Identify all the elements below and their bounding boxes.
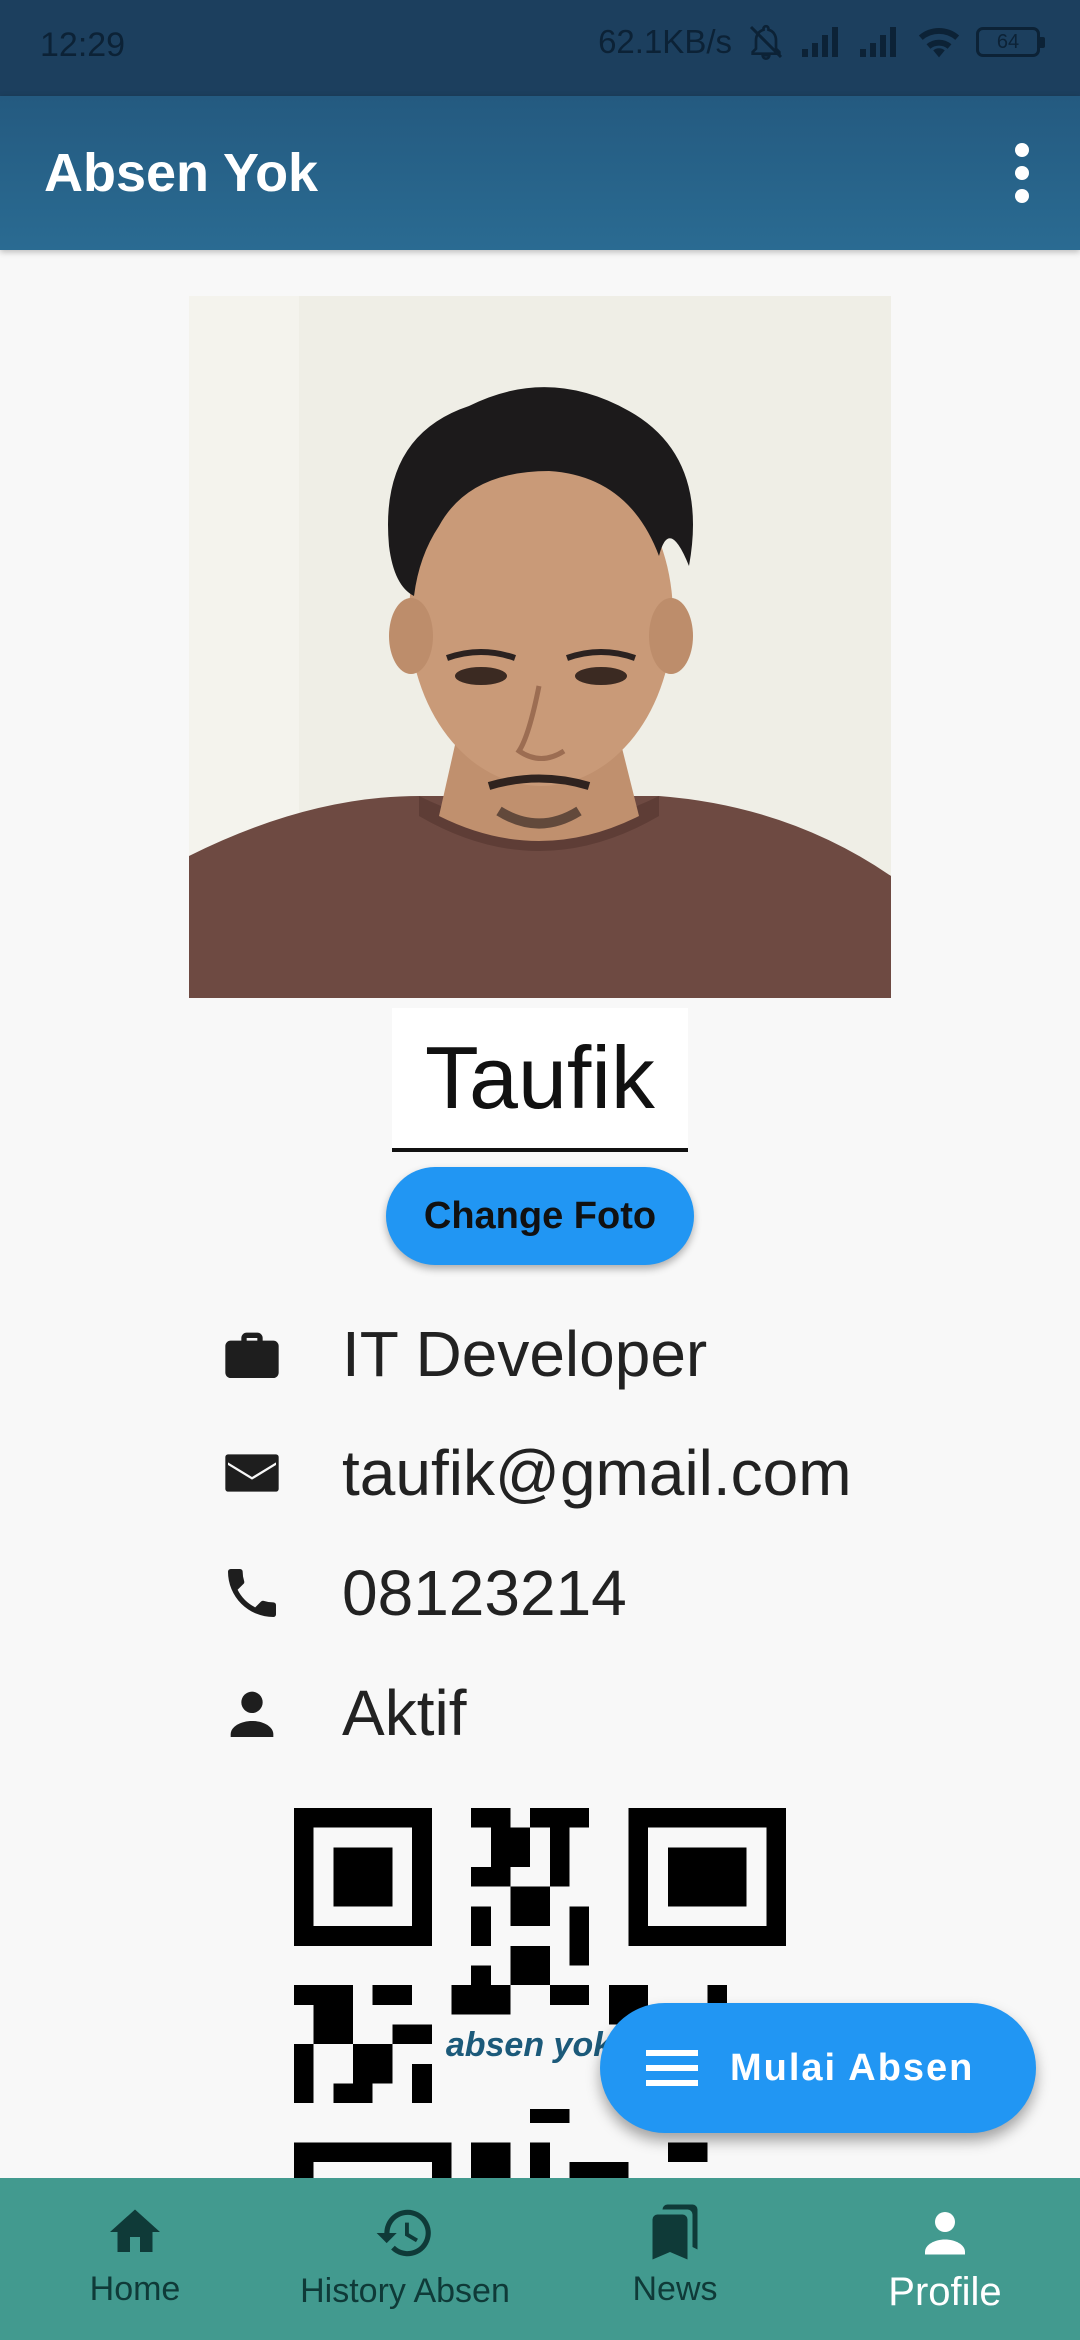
phone-row: 08123214 [218, 1538, 627, 1648]
email-value: taufik@gmail.com [342, 1437, 852, 1509]
wifi-icon [918, 27, 960, 58]
status-icons: 62.1KB/s 64 [598, 22, 1045, 62]
signal-icon [802, 27, 838, 57]
nav-label-news: News [632, 2270, 718, 2308]
profile-name-field[interactable]: Taufik [392, 1008, 688, 1152]
nav-item-news[interactable]: News [540, 2178, 810, 2340]
qr-logo: absen yok [445, 2026, 613, 2064]
status-value: Aktif [342, 1677, 467, 1749]
status-time: 12:29 [40, 26, 126, 64]
battery-icon: 64 [976, 27, 1045, 57]
nav-item-home[interactable]: Home [0, 2178, 270, 2340]
network-speed: 62.1KB/s [598, 23, 732, 60]
job-title: IT Developer [342, 1318, 708, 1390]
nav-item-history[interactable]: History Absen [270, 2178, 540, 2340]
start-attendance-label: Mulai Absen [730, 2046, 975, 2089]
profile-name: Taufik [425, 1028, 655, 1127]
email-row: taufik@gmail.com [218, 1418, 852, 1528]
profile-content: Taufik Change Foto IT Developer taufik@g… [0, 250, 1080, 2178]
bookmarks-icon [652, 2204, 698, 2260]
briefcase-icon [218, 1320, 286, 1388]
app-title: Absen Yok [44, 143, 319, 203]
nav-label-history: History Absen [300, 2272, 510, 2310]
home-icon [110, 2209, 160, 2252]
phone-value: 08123214 [342, 1557, 627, 1629]
job-row: IT Developer [218, 1299, 707, 1409]
person-icon [218, 1679, 286, 1747]
phone-icon [218, 1559, 286, 1627]
battery-level: 64 [996, 30, 1020, 53]
bottom-nav: Home History Absen News Profile [0, 2178, 1080, 2340]
signal-icon [860, 27, 896, 57]
status-bar: 12:29 62.1KB/s 64 [0, 0, 1080, 96]
person-icon [925, 2212, 965, 2255]
history-icon [376, 2209, 431, 2257]
profile-photo [189, 296, 891, 998]
nav-label-home: Home [89, 2270, 181, 2308]
change-photo-button[interactable]: Change Foto [386, 1167, 694, 1265]
mute-bell-icon [749, 24, 783, 61]
nav-item-profile[interactable]: Profile [810, 2178, 1080, 2340]
status-row: Aktif [218, 1658, 466, 1768]
app-bar: Absen Yok [0, 96, 1080, 250]
start-attendance-button[interactable]: Mulai Absen [600, 2003, 1036, 2133]
nav-label-profile: Profile [888, 2270, 1002, 2314]
mail-icon [218, 1439, 286, 1507]
menu-icon [646, 2050, 698, 2086]
more-vert-icon[interactable] [992, 140, 1052, 206]
